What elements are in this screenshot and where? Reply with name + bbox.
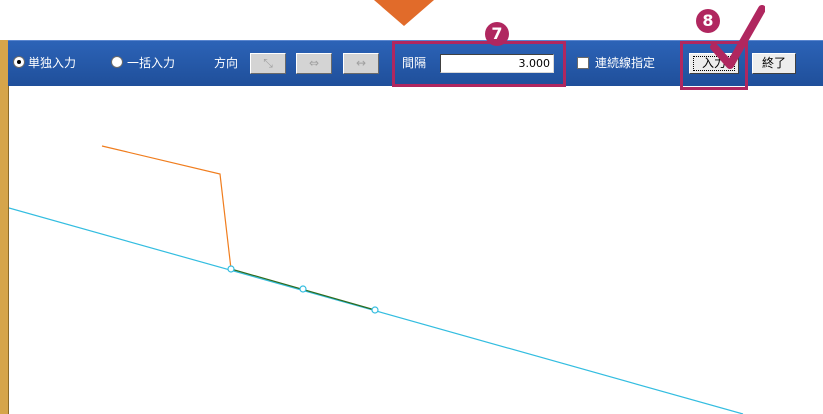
horizontal-arrow-icon: ⇔ <box>308 56 320 70</box>
step-7-badge: 7 <box>485 22 509 46</box>
point-marker[interactable] <box>227 265 235 273</box>
window-left-border <box>0 40 8 414</box>
down-arrow-icon <box>374 0 434 26</box>
radio-selected-dot <box>17 60 21 64</box>
direction-diagonal-button[interactable]: ⤡ <box>250 53 286 74</box>
diagonal-arrow-icon: ⤡ <box>263 56 273 70</box>
drawing-canvas[interactable] <box>9 86 823 414</box>
batch-input-radio[interactable] <box>111 56 123 68</box>
both-arrow-icon: ↔ <box>355 56 367 70</box>
batch-input-label: 一括入力 <box>127 56 176 70</box>
app-window: 単独入力 一括入力 方向 ⤡ ⇔ ↔ 間隔 3.000 連続線指定 入力 終了 … <box>0 0 823 414</box>
interval-highlight-box <box>392 41 566 87</box>
direction-both-button[interactable]: ↔ <box>343 53 379 74</box>
point-marker[interactable] <box>299 285 307 293</box>
direction-label: 方向 <box>214 56 239 70</box>
orange-polyline <box>101 145 232 270</box>
single-input-radio[interactable] <box>13 56 25 68</box>
end-button-label: 終了 <box>761 56 786 70</box>
continuous-line-checkbox[interactable] <box>577 57 589 69</box>
direction-horizontal-button[interactable]: ⇔ <box>296 53 332 74</box>
checkmark-icon <box>710 5 765 69</box>
single-input-label: 単独入力 <box>28 56 77 70</box>
point-marker[interactable] <box>371 306 379 314</box>
continuous-line-label: 連続線指定 <box>595 56 656 70</box>
